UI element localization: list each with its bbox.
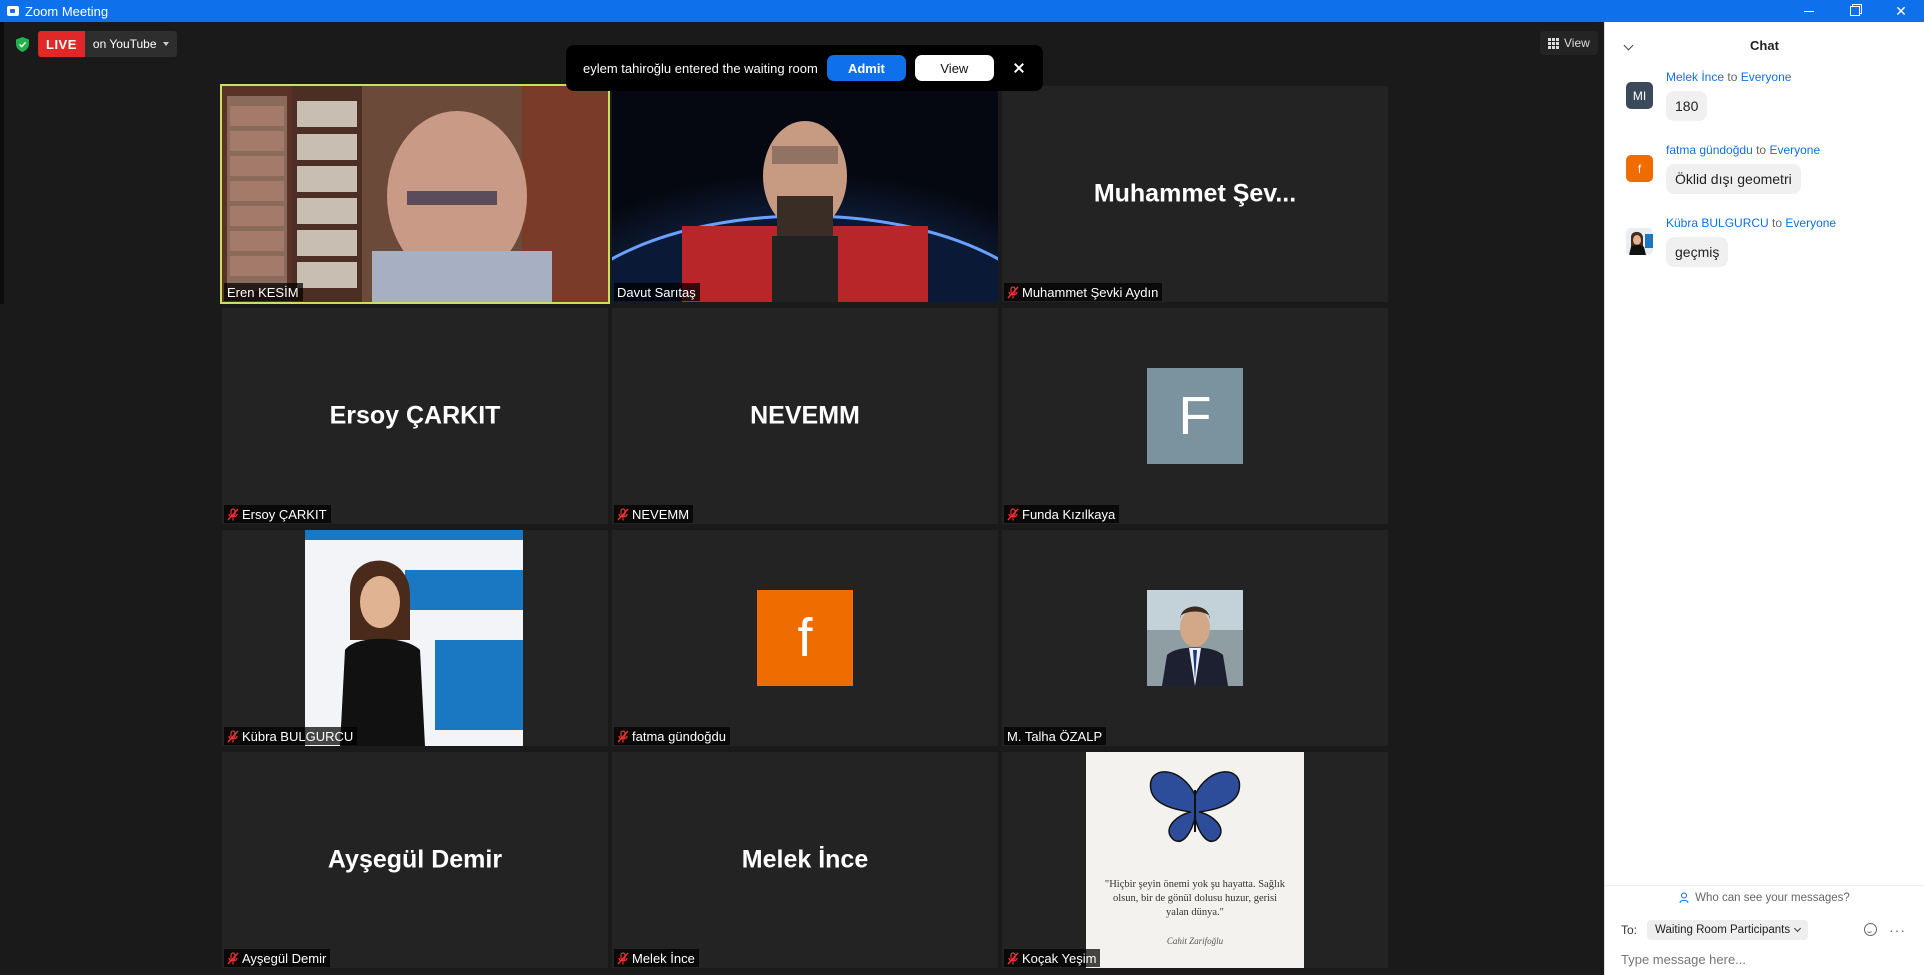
participant-display-name: Muhammet Şev... [1093,179,1297,208]
admit-button[interactable]: Admit [826,55,906,81]
chevron-down-icon [1794,924,1802,933]
quote-text: "Hiçbir şeyin önemi yok şu hayatta. Sağl… [1104,879,1286,918]
chat-message: MI Melek İnce to Everyone 180 [1605,68,1924,141]
encryption-shield-icon[interactable] [14,35,30,53]
participant-tile[interactable]: NEVEMM NEVEMM [612,308,998,524]
profile-photo [1147,590,1243,686]
participant-name-label: Eren KESİM [224,283,303,301]
participant-name-label: Ersoy ÇARKIT [224,505,331,523]
title-bar: Zoom Meeting ✕ [0,0,1924,22]
participant-tile[interactable]: Melek İnce Melek İnce [612,752,998,968]
recipient-name[interactable]: Everyone [1785,216,1836,230]
participant-tile[interactable]: Ayşegül Demir Ayşegül Demir [222,752,608,968]
participant-tile[interactable]: F Funda Kızılkaya [1002,308,1388,524]
live-badge: LIVE [38,31,85,57]
person-icon [1679,891,1691,904]
close-icon[interactable] [1012,61,1026,75]
participant-name-label: Muhammet Şevki Aydın [1004,283,1163,301]
quote-signature: Cahit Zarifoğlu [1166,936,1224,946]
chat-message: Kübra BULGURCU to Everyone geçmiş [1605,214,1924,287]
chat-message-text: geçmiş [1666,237,1729,267]
participant-name-label: Davut Sarıtaş [614,283,700,301]
recipient-dropdown[interactable]: Waiting Room Participants [1647,920,1809,940]
video-feed [612,86,998,302]
recipient-name[interactable]: Everyone [1769,143,1820,157]
participant-name-label: Ayşegül Demir [224,949,331,967]
mic-muted-icon [1007,507,1019,521]
video-feed [222,86,608,302]
chat-message-text: Öklid dışı geometri [1666,164,1801,194]
chat-sender-line: fatma gündoğdu to Everyone [1666,143,1821,157]
mic-muted-icon [227,507,239,521]
participant-name-label: Kübra BULGURCU [224,727,358,745]
restore-button[interactable] [1832,0,1878,22]
mic-muted-icon [617,507,629,521]
participant-display-name: NEVEMM [750,401,860,430]
participant-tile[interactable]: Eren KESİM [220,84,610,304]
waiting-room-notification: eylem tahiroğlu entered the waiting room… [566,45,1043,91]
participant-tile[interactable]: Davut Sarıtaş [612,86,998,302]
avatar [1626,228,1653,255]
chat-header: Chat [1605,22,1924,68]
sender-name[interactable]: Melek İnce [1666,70,1724,84]
meeting-status-bar: LIVE on YouTube [14,31,177,57]
participant-tile[interactable]: Kübra BULGURCU [222,530,608,746]
avatar: f [1626,155,1653,182]
chevron-down-icon[interactable] [1623,40,1634,51]
participant-display-name: Melek İnce [741,845,869,874]
zoom-app-icon [7,6,19,16]
meeting-area: LIVE on YouTube View Eren KESİM Davut Sar… [0,22,1604,975]
sender-name[interactable]: fatma gündoğdu [1666,143,1753,157]
who-can-see-link[interactable]: Who can see your messages? [1605,885,1924,909]
mic-muted-icon [227,951,239,965]
more-options-icon[interactable]: ··· [1889,923,1906,937]
minimize-button[interactable] [1786,0,1832,22]
participant-display-name: Ersoy ÇARKIT [329,401,501,430]
mic-muted-icon [617,951,629,965]
participant-tile[interactable]: f fatma gündoğdu [612,530,998,746]
chat-message-list: MI Melek İnce to Everyone 180 f fatma gündoğ… [1605,68,1924,287]
live-destination-dropdown[interactable]: on YouTube [84,31,177,57]
participant-name-label: Melek İnce [614,949,699,967]
chat-sender-line: Melek İnce to Everyone [1666,70,1792,84]
butterfly-icon [1149,771,1241,843]
view-waiting-room-button[interactable]: View [914,55,994,81]
participant-name-label: M. Talha ÖZALP [1004,727,1107,745]
participant-tile[interactable]: Ersoy ÇARKIT Ersoy ÇARKIT [222,308,608,524]
mic-muted-icon [1007,951,1019,965]
sender-name[interactable]: Kübra BULGURCU [1666,216,1769,230]
to-label: To: [1621,923,1638,937]
chat-sender-line: Kübra BULGURCU to Everyone [1666,216,1837,230]
chat-title: Chat [1750,37,1779,53]
participant-tile[interactable]: Muhammet Şev... Muhammet Şevki Aydın [1002,86,1388,302]
mic-muted-icon [1007,285,1019,299]
live-stream-control[interactable]: LIVE on YouTube [38,31,177,57]
mic-muted-icon [617,729,629,743]
avatar: F [1147,368,1243,464]
avatar: f [757,590,853,686]
chat-message: f fatma gündoğdu to Everyone Öklid dışı ge… [1605,141,1924,214]
chevron-down-icon [162,42,169,46]
avatar: MI [1626,82,1653,109]
participant-tile[interactable]: "Hiçbir şeyin önemi yok şu hayatta. Sağl… [1002,752,1388,968]
profile-photo [305,530,523,746]
view-layout-button[interactable]: View [1540,31,1598,55]
close-window-button[interactable]: ✕ [1878,0,1924,22]
waiting-room-message: eylem tahiroğlu entered the waiting room [583,60,818,76]
participant-name-label: Funda Kızılkaya [1004,505,1120,523]
profile-photo: "Hiçbir şeyin önemi yok şu hayatta. Sağl… [1086,752,1304,968]
participant-name-label: fatma gündoğdu [614,727,730,745]
recipient-name[interactable]: Everyone [1741,70,1792,84]
participant-tile[interactable]: M. Talha ÖZALP [1002,530,1388,746]
participant-display-name: Ayşegül Demir [327,845,503,874]
participant-name-label: Koçak Yeşim [1004,949,1101,967]
window-title: Zoom Meeting [25,3,109,19]
grid-view-icon [1548,37,1559,49]
chat-message-input[interactable] [1621,952,1911,967]
participant-name-label: NEVEMM [614,505,694,523]
chat-message-text: 180 [1666,91,1708,121]
emoji-icon[interactable] [1864,923,1877,936]
chat-panel: Chat MI Melek İnce to Everyone 180 f fatma g… [1604,22,1924,975]
mic-muted-icon [227,729,239,743]
